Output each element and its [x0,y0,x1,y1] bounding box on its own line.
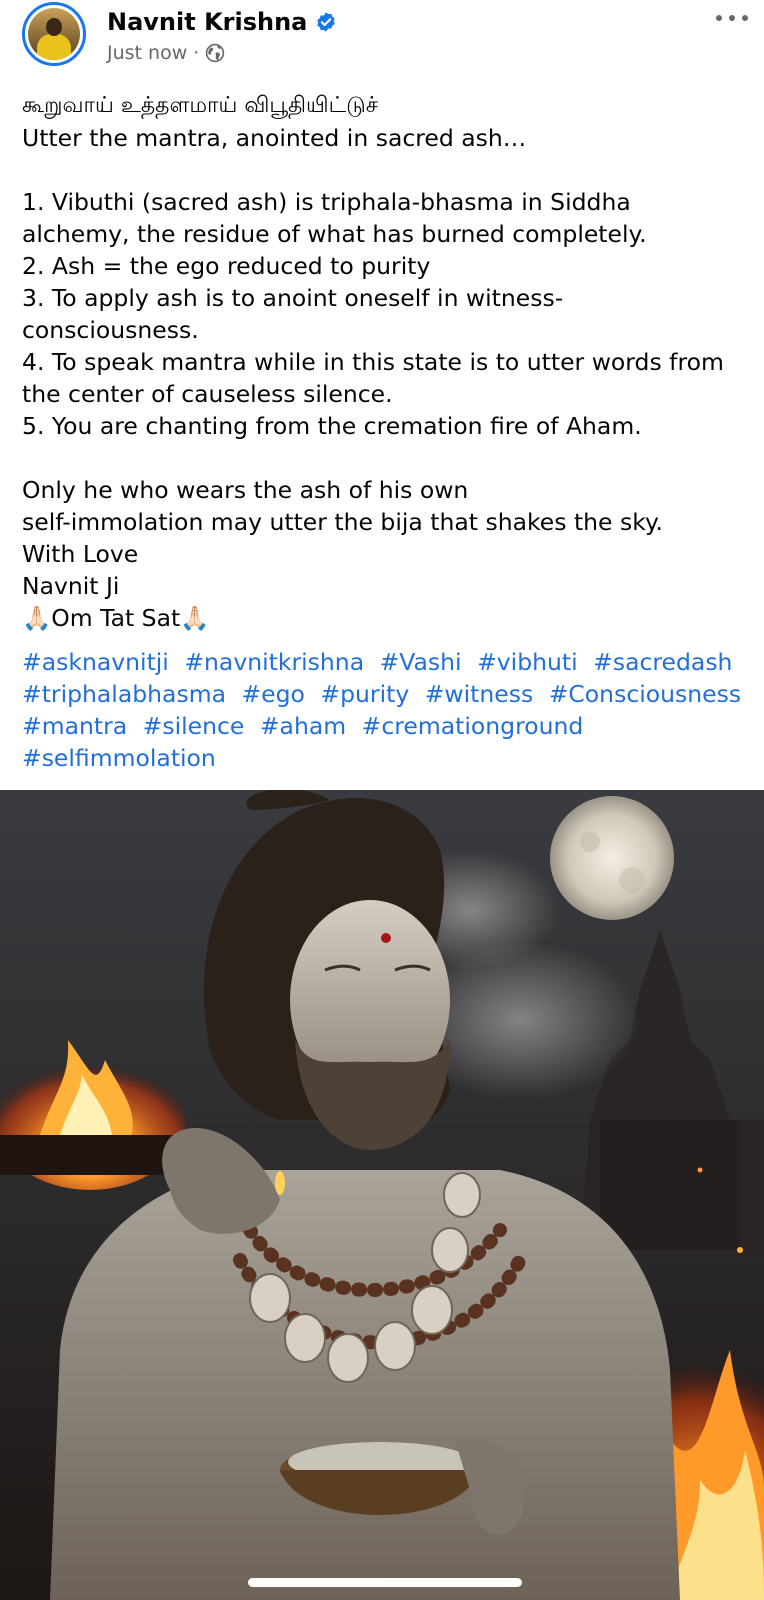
caption-line: consciousness. [22,316,199,344]
hashtag-line: #selfimmolation [22,742,752,774]
hashtag-line: #mantra #silence #aham #cremationground [22,710,752,742]
caption-line: Only he who wears the ash of his own [22,476,469,504]
avatar-head [46,18,62,36]
post-caption: கூறுவாய் உத்தளமாய் விபூதியிட்டுச் Utter … [22,90,752,634]
hashtag-link[interactable]: #witness [425,680,534,708]
caption-line: 5. You are chanting from the cremation f… [22,412,642,440]
post-timestamp[interactable]: Just now [107,42,187,64]
hashtag-link[interactable]: #asknavnitji [22,648,169,676]
avatar-photo [28,8,80,60]
post-image[interactable] [0,790,764,1600]
caption-line: With Love [22,540,139,568]
hashtag-link[interactable]: #mantra [22,712,127,740]
caption-line: 3. To apply ash is to anoint oneself in … [22,284,564,312]
caption-line: self-immolation may utter the bija that … [22,508,664,536]
hashtag-link[interactable]: #purity [320,680,409,708]
hashtag-link[interactable]: #navnitkrishna [184,648,364,676]
hashtag-link[interactable]: #triphalabhasma [22,680,226,708]
home-indicator[interactable] [248,1578,522,1587]
hashtag-link[interactable]: #selfimmolation [22,744,216,772]
post-image-illustration [0,790,764,1600]
hashtag-link[interactable]: #silence [143,712,245,740]
post-header: Navnit Krishna Just now · [0,0,764,84]
meta-separator: · [193,42,200,64]
hashtag-line: #asknavnitji #navnitkrishna #Vashi #vibh… [22,646,752,678]
caption-line: alchemy, the residue of what has burned … [22,220,647,248]
hashtag-link[interactable]: #aham [260,712,346,740]
author-name[interactable]: Navnit Krishna [107,6,307,38]
avatar-torso [37,34,71,60]
more-dot [716,15,722,21]
globe-icon[interactable] [205,43,225,63]
verified-badge-icon [317,12,336,32]
post-meta: Just now · [107,40,225,66]
caption-line: 1. Vibuthi (sacred ash) is triphala-bhas… [22,188,631,216]
hashtag-link[interactable]: #sacredash [593,648,732,676]
caption-line: Utter the mantra, anointed in sacred ash… [22,124,527,152]
caption-line-tamil: கூறுவாய் உத்தளமாய் விபூதியிட்டுச் [22,93,378,118]
hashtag-line: #triphalabhasma #ego #purity #witness #C… [22,678,752,710]
more-dot [729,15,735,21]
hashtag-link[interactable]: #ego [241,680,304,708]
more-options-icon[interactable] [716,10,748,26]
author-row: Navnit Krishna [107,6,337,38]
hashtag-link[interactable]: #Vashi [380,648,462,676]
caption-line: 2. Ash = the ego reduced to purity [22,252,431,280]
hashtag-link[interactable]: #cremationground [362,712,584,740]
caption-line: 4. To speak mantra while in this state i… [22,348,724,376]
hashtag-block: #asknavnitji #navnitkrishna #Vashi #vibh… [22,646,752,774]
hashtag-link[interactable]: #Consciousness [549,680,741,708]
caption-line: 🙏🏻Om Tat Sat🙏🏻 [22,604,210,632]
more-dot [742,15,748,21]
caption-line: Navnit Ji [22,572,120,600]
hashtag-link[interactable]: #vibhuti [477,648,578,676]
avatar[interactable] [22,2,86,66]
post-card: Navnit Krishna Just now · கூறுவாய் உத்தள… [0,0,764,1600]
caption-line: the center of causeless silence. [22,380,393,408]
